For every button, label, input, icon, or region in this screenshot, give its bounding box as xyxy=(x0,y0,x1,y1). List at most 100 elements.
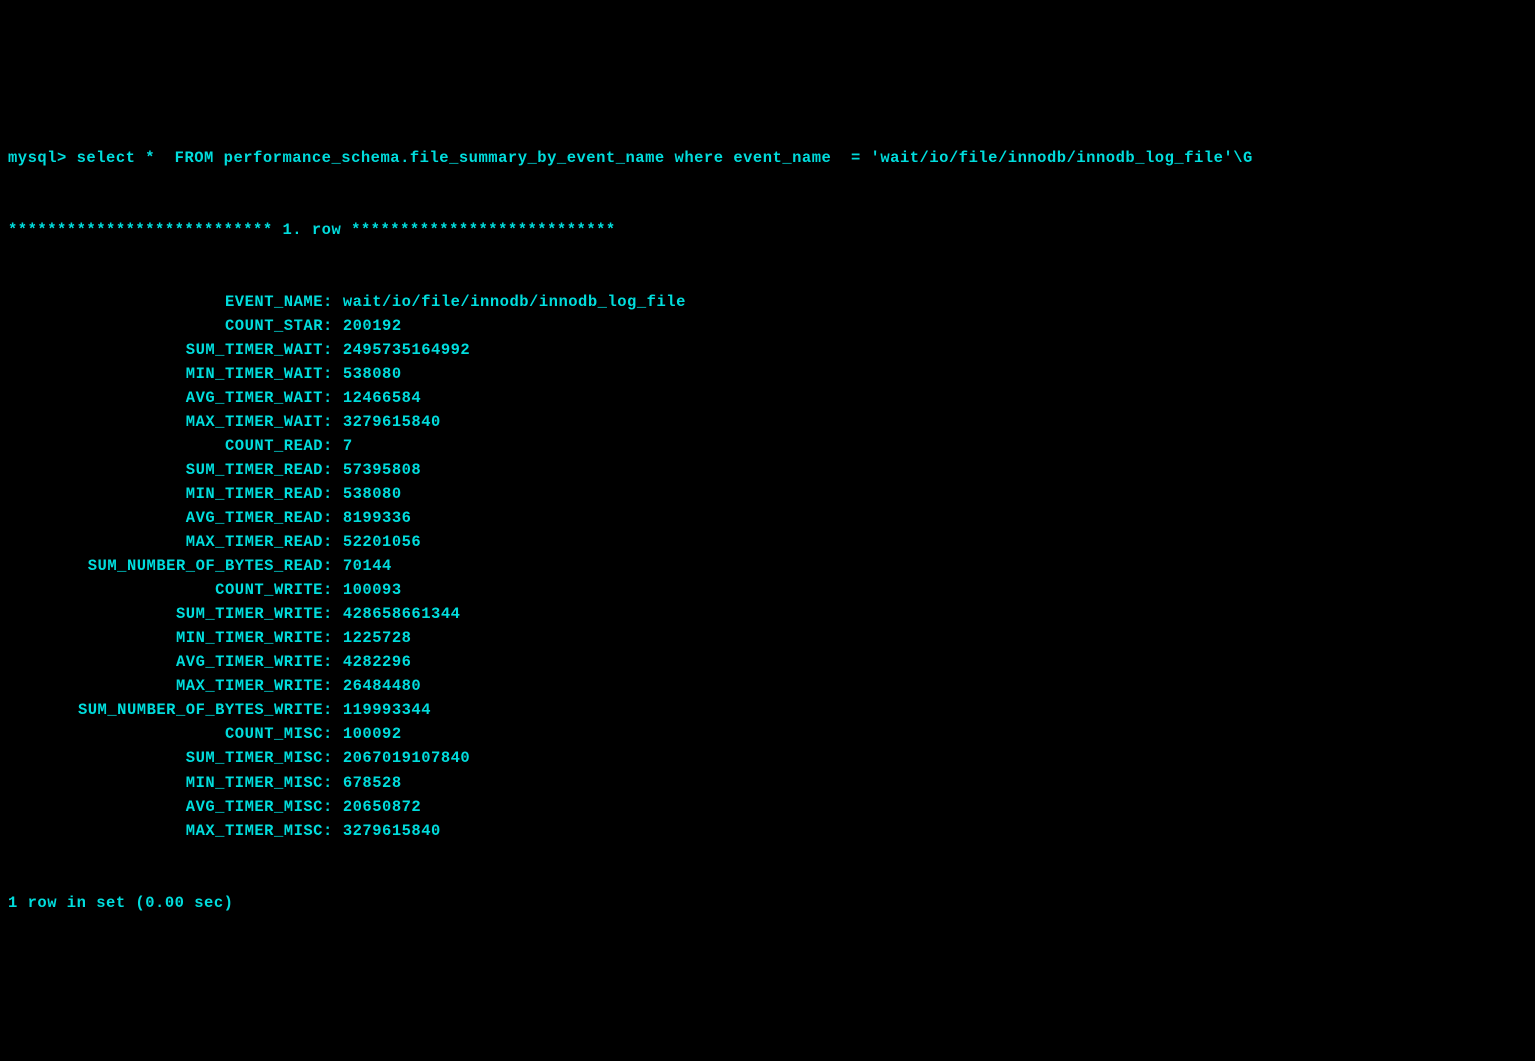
field-value: 4282296 xyxy=(333,650,412,674)
field-label: AVG_TIMER_READ xyxy=(8,506,323,530)
field-colon: : xyxy=(323,698,333,722)
result-row: AVG_TIMER_READ:8199336 xyxy=(8,506,1527,530)
field-label: EVENT_NAME xyxy=(8,290,323,314)
field-label: AVG_TIMER_WAIT xyxy=(8,386,323,410)
result-row: AVG_TIMER_MISC:20650872 xyxy=(8,795,1527,819)
field-value: 200192 xyxy=(333,314,402,338)
result-row: MAX_TIMER_READ:52201056 xyxy=(8,530,1527,554)
field-value: 100093 xyxy=(333,578,402,602)
field-value: 2495735164992 xyxy=(333,338,470,362)
field-label: MIN_TIMER_MISC xyxy=(8,771,323,795)
field-colon: : xyxy=(323,482,333,506)
field-value: 7 xyxy=(333,434,353,458)
result-row: COUNT_READ:7 xyxy=(8,434,1527,458)
field-colon: : xyxy=(323,650,333,674)
result-row: MAX_TIMER_MISC:3279615840 xyxy=(8,819,1527,843)
field-colon: : xyxy=(323,338,333,362)
field-value: 538080 xyxy=(333,362,402,386)
field-label: SUM_NUMBER_OF_BYTES_READ xyxy=(8,554,323,578)
field-value: 8199336 xyxy=(333,506,412,530)
result-row: MIN_TIMER_READ:538080 xyxy=(8,482,1527,506)
result-row: COUNT_STAR:200192 xyxy=(8,314,1527,338)
field-label: SUM_TIMER_MISC xyxy=(8,746,323,770)
field-colon: : xyxy=(323,602,333,626)
field-value: 678528 xyxy=(333,771,402,795)
result-row: EVENT_NAME:wait/io/file/innodb/innodb_lo… xyxy=(8,290,1527,314)
field-value: 1225728 xyxy=(333,626,412,650)
row-separator: *************************** 1. row *****… xyxy=(8,218,1527,242)
field-value: 428658661344 xyxy=(333,602,461,626)
field-value: 3279615840 xyxy=(333,819,441,843)
field-colon: : xyxy=(323,795,333,819)
field-value: 57395808 xyxy=(333,458,421,482)
field-label: MIN_TIMER_READ xyxy=(8,482,323,506)
field-label: COUNT_STAR xyxy=(8,314,323,338)
field-label: MAX_TIMER_WAIT xyxy=(8,410,323,434)
field-value: 70144 xyxy=(333,554,392,578)
field-label: SUM_NUMBER_OF_BYTES_WRITE xyxy=(8,698,323,722)
result-row: MIN_TIMER_MISC:678528 xyxy=(8,771,1527,795)
result-row: MAX_TIMER_WAIT:3279615840 xyxy=(8,410,1527,434)
field-colon: : xyxy=(323,819,333,843)
field-label: SUM_TIMER_WAIT xyxy=(8,338,323,362)
field-colon: : xyxy=(323,362,333,386)
query-line: mysql> select * FROM performance_schema.… xyxy=(8,146,1527,170)
field-value: 3279615840 xyxy=(333,410,441,434)
field-colon: : xyxy=(323,314,333,338)
result-row: MAX_TIMER_WRITE:26484480 xyxy=(8,674,1527,698)
result-row: COUNT_WRITE:100093 xyxy=(8,578,1527,602)
field-colon: : xyxy=(323,434,333,458)
field-colon: : xyxy=(323,506,333,530)
field-label: MAX_TIMER_WRITE xyxy=(8,674,323,698)
result-row: MIN_TIMER_WRITE:1225728 xyxy=(8,626,1527,650)
mysql-prompt[interactable]: mysql> xyxy=(8,149,67,167)
field-colon: : xyxy=(323,746,333,770)
field-label: COUNT_MISC xyxy=(8,722,323,746)
result-row: AVG_TIMER_WRITE:4282296 xyxy=(8,650,1527,674)
field-colon: : xyxy=(323,722,333,746)
result-row: SUM_TIMER_READ:57395808 xyxy=(8,458,1527,482)
result-row: AVG_TIMER_WAIT:12466584 xyxy=(8,386,1527,410)
field-label: COUNT_READ xyxy=(8,434,323,458)
row-number: 1. row xyxy=(273,221,351,239)
field-colon: : xyxy=(323,530,333,554)
field-label: AVG_TIMER_WRITE xyxy=(8,650,323,674)
result-row: SUM_NUMBER_OF_BYTES_WRITE:119993344 xyxy=(8,698,1527,722)
field-colon: : xyxy=(323,410,333,434)
field-label: COUNT_WRITE xyxy=(8,578,323,602)
row-stars-left: *************************** xyxy=(8,221,273,239)
field-value: 2067019107840 xyxy=(333,746,470,770)
result-footer: 1 row in set (0.00 sec) xyxy=(8,891,1527,915)
field-label: MIN_TIMER_WRITE xyxy=(8,626,323,650)
result-row: COUNT_MISC:100092 xyxy=(8,722,1527,746)
result-row: SUM_TIMER_MISC:2067019107840 xyxy=(8,746,1527,770)
sql-query: select * FROM performance_schema.file_su… xyxy=(77,149,1253,167)
field-label: MIN_TIMER_WAIT xyxy=(8,362,323,386)
field-value: wait/io/file/innodb/innodb_log_file xyxy=(333,290,686,314)
field-label: AVG_TIMER_MISC xyxy=(8,795,323,819)
terminal-output: mysql> select * FROM performance_schema.… xyxy=(8,98,1527,939)
row-stars-right: *************************** xyxy=(351,221,616,239)
result-row: SUM_TIMER_WRITE:428658661344 xyxy=(8,602,1527,626)
field-colon: : xyxy=(323,458,333,482)
field-label: MAX_TIMER_MISC xyxy=(8,819,323,843)
result-row: SUM_NUMBER_OF_BYTES_READ:70144 xyxy=(8,554,1527,578)
field-colon: : xyxy=(323,674,333,698)
result-rows: EVENT_NAME:wait/io/file/innodb/innodb_lo… xyxy=(8,290,1527,842)
field-colon: : xyxy=(323,290,333,314)
field-label: SUM_TIMER_WRITE xyxy=(8,602,323,626)
field-value: 26484480 xyxy=(333,674,421,698)
field-value: 538080 xyxy=(333,482,402,506)
field-value: 52201056 xyxy=(333,530,421,554)
field-label: MAX_TIMER_READ xyxy=(8,530,323,554)
field-colon: : xyxy=(323,771,333,795)
field-colon: : xyxy=(323,386,333,410)
field-colon: : xyxy=(323,554,333,578)
field-value: 20650872 xyxy=(333,795,421,819)
field-label: SUM_TIMER_READ xyxy=(8,458,323,482)
field-value: 119993344 xyxy=(333,698,431,722)
result-row: MIN_TIMER_WAIT:538080 xyxy=(8,362,1527,386)
field-colon: : xyxy=(323,626,333,650)
field-value: 100092 xyxy=(333,722,402,746)
field-colon: : xyxy=(323,578,333,602)
